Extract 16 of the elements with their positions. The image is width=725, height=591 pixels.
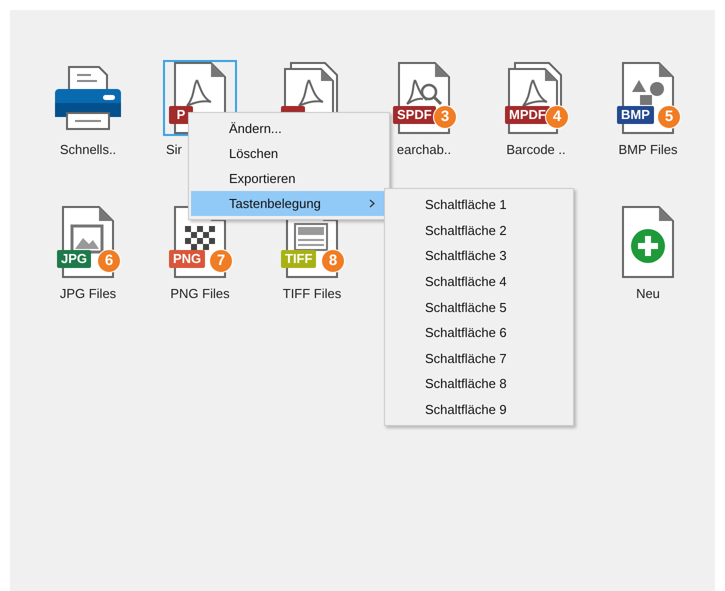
number-badge: 7 [209,249,233,273]
menu-item-label: Exportieren [229,171,296,186]
file-type-badge: BMP [617,106,654,124]
file-type-badge: PNG [169,250,206,268]
menu-item-label: Löschen [229,146,278,161]
menu-item-label: Ändern... [229,121,282,136]
file-type-badge: MPDF [505,106,550,124]
number-badge: 3 [433,105,457,129]
file-type-badge: TIFF [281,250,316,268]
menu-item-label: Tastenbelegung [229,196,321,211]
number-badge: 8 [321,249,345,273]
number-badge: 4 [545,105,569,129]
number-badge: 5 [657,105,681,129]
number-badge: 6 [97,249,121,273]
file-type-badge: JPG [57,250,92,268]
file-type-badge: SPDF [393,106,436,124]
